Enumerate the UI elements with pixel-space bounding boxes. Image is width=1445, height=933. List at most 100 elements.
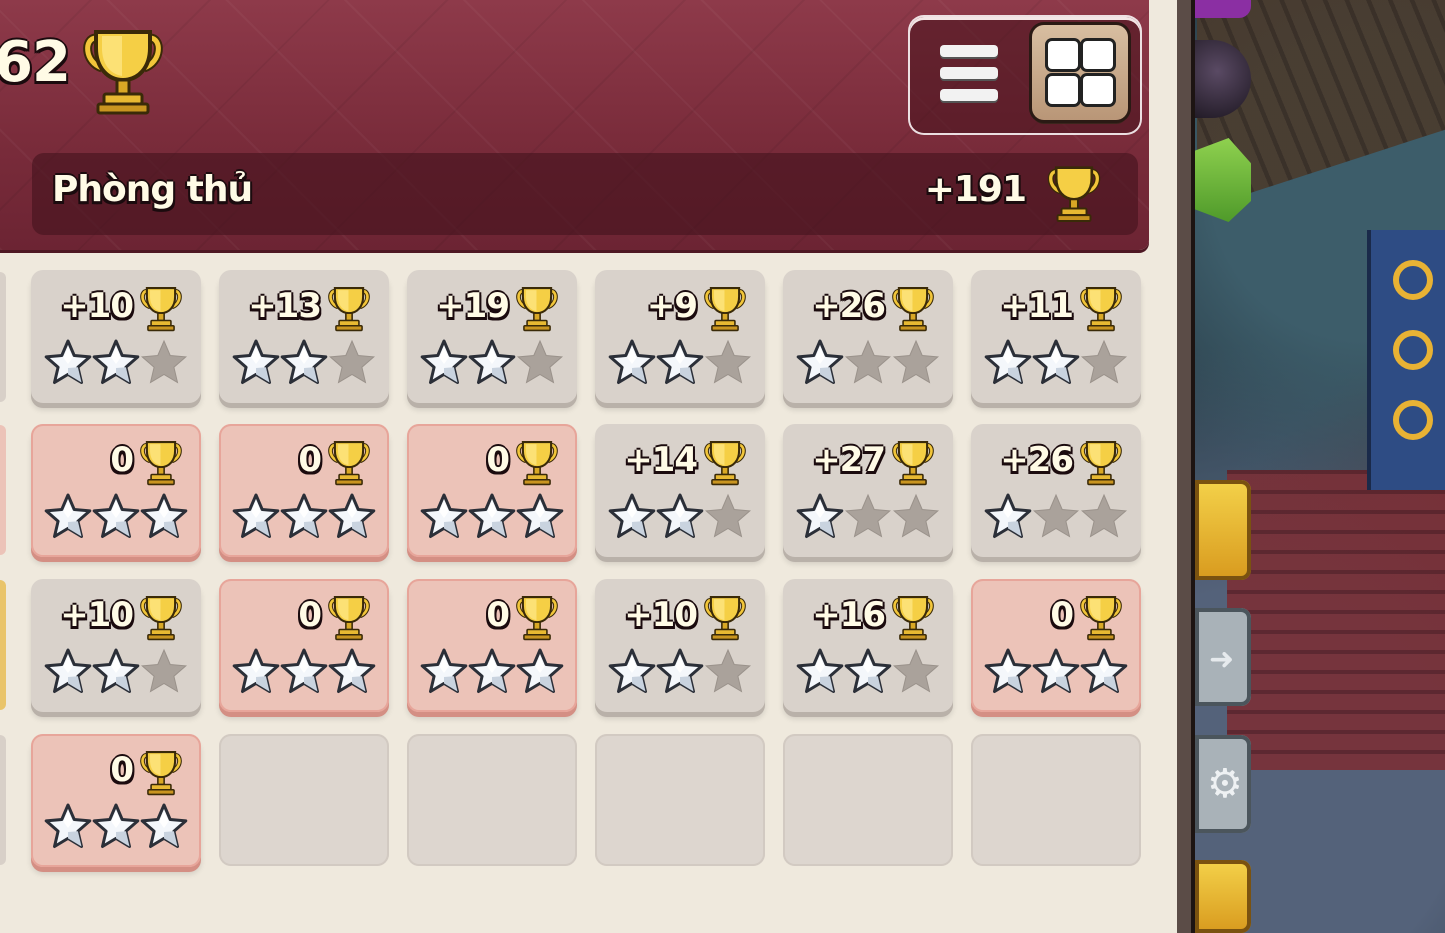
star-earned-icon (796, 648, 844, 693)
star-earned-icon (328, 648, 376, 693)
star-earned-icon (92, 339, 140, 384)
star-empty-icon (844, 493, 892, 538)
star-empty-icon (140, 339, 188, 384)
star-earned-icon (420, 493, 468, 538)
star-earned-icon (468, 648, 516, 693)
grid-icon (1048, 41, 1078, 69)
star-earned-icon (1080, 648, 1128, 693)
side-button[interactable] (1195, 0, 1251, 18)
star-empty-icon (328, 339, 376, 384)
trophy-change: +26 (1000, 440, 1074, 480)
star-rating (795, 338, 945, 388)
empty-slot (595, 734, 765, 866)
defense-card[interactable]: 0 (407, 424, 577, 557)
defense-card[interactable]: +26 (783, 270, 953, 403)
star-empty-icon (892, 648, 940, 693)
defense-card[interactable]: +11 (971, 270, 1141, 403)
defense-card[interactable]: +14 (595, 424, 765, 557)
trophy-change: 0 (110, 750, 134, 790)
list-icon-bar (940, 67, 998, 79)
trophy-icon (1080, 441, 1122, 486)
defense-total: +191 (924, 169, 1027, 210)
partial-card (0, 425, 6, 555)
trophy-change: +27 (812, 440, 886, 480)
grid-view-button[interactable] (1032, 25, 1128, 120)
star-empty-icon (704, 648, 752, 693)
star-earned-icon (608, 493, 656, 538)
trophy-change: +13 (248, 286, 322, 326)
star-rating (795, 647, 945, 697)
trophy-change: +9 (646, 286, 698, 326)
star-earned-icon (280, 493, 328, 538)
star-empty-icon (892, 339, 940, 384)
list-icon (940, 45, 998, 57)
defense-card[interactable]: +16 (783, 579, 953, 712)
trophy-icon (1080, 287, 1122, 332)
star-rating (607, 338, 757, 388)
builder-icon[interactable] (1195, 480, 1251, 580)
defense-card[interactable]: +26 (971, 424, 1141, 557)
star-earned-icon (844, 648, 892, 693)
side-button[interactable] (1195, 860, 1251, 933)
star-rating (607, 492, 757, 542)
star-earned-icon (608, 339, 656, 384)
view-toggle-group (910, 17, 1140, 133)
star-empty-icon (704, 339, 752, 384)
list-view-button[interactable] (932, 39, 1008, 109)
trophy-change: 0 (298, 440, 322, 480)
star-earned-icon (420, 339, 468, 384)
defense-card[interactable]: 0 (407, 579, 577, 712)
defense-card[interactable]: +13 (219, 270, 389, 403)
star-earned-icon (140, 493, 188, 538)
star-earned-icon (44, 339, 92, 384)
trophy-change: +19 (436, 286, 510, 326)
trophy-icon (892, 596, 934, 641)
defense-card[interactable]: 0 (31, 424, 201, 557)
defense-card[interactable]: +10 (31, 579, 201, 712)
settings-button[interactable]: ⚙ (1195, 735, 1251, 833)
partial-card (0, 735, 6, 865)
trophy-icon (892, 441, 934, 486)
star-earned-icon (92, 803, 140, 848)
defense-card[interactable]: 0 (219, 579, 389, 712)
star-earned-icon (280, 648, 328, 693)
trophy-icon (892, 287, 934, 332)
star-earned-icon (516, 493, 564, 538)
star-earned-icon (796, 339, 844, 384)
trophy-icon (83, 30, 163, 115)
defense-card[interactable]: +10 (595, 579, 765, 712)
star-empty-icon (1032, 493, 1080, 538)
defense-label: Phòng thủ (52, 169, 253, 210)
star-earned-icon (608, 648, 656, 693)
trophy-change: +10 (60, 286, 134, 326)
defense-log-panel: 62 Phòng thủ +191 +10 +13 +19 +9 +26 +11… (0, 0, 1177, 933)
defense-card[interactable]: +19 (407, 270, 577, 403)
panel-divider (1177, 0, 1195, 933)
trophy-icon (140, 751, 182, 796)
star-earned-icon (280, 339, 328, 384)
trophy-change: 0 (1050, 595, 1074, 635)
defense-card[interactable]: 0 (31, 734, 201, 867)
trophy-change: +11 (1000, 286, 1074, 326)
defense-card[interactable]: 0 (219, 424, 389, 557)
trophy-change: +10 (624, 595, 698, 635)
trophy-change: +10 (60, 595, 134, 635)
defense-card[interactable]: 0 (971, 579, 1141, 712)
star-earned-icon (44, 648, 92, 693)
defense-card[interactable]: +10 (31, 270, 201, 403)
star-earned-icon (1032, 339, 1080, 384)
defense-card[interactable]: +27 (783, 424, 953, 557)
star-empty-icon (140, 648, 188, 693)
trophy-icon (1080, 596, 1122, 641)
swap-button[interactable]: ➜ (1195, 608, 1251, 706)
trophy-icon (140, 287, 182, 332)
trophy-icon (516, 287, 558, 332)
trophy-icon (328, 441, 370, 486)
defense-card[interactable]: +9 (595, 270, 765, 403)
trophy-change: 0 (298, 595, 322, 635)
star-earned-icon (796, 493, 844, 538)
trophy-icon (140, 596, 182, 641)
star-earned-icon (92, 493, 140, 538)
star-rating (983, 492, 1133, 542)
star-earned-icon (232, 339, 280, 384)
